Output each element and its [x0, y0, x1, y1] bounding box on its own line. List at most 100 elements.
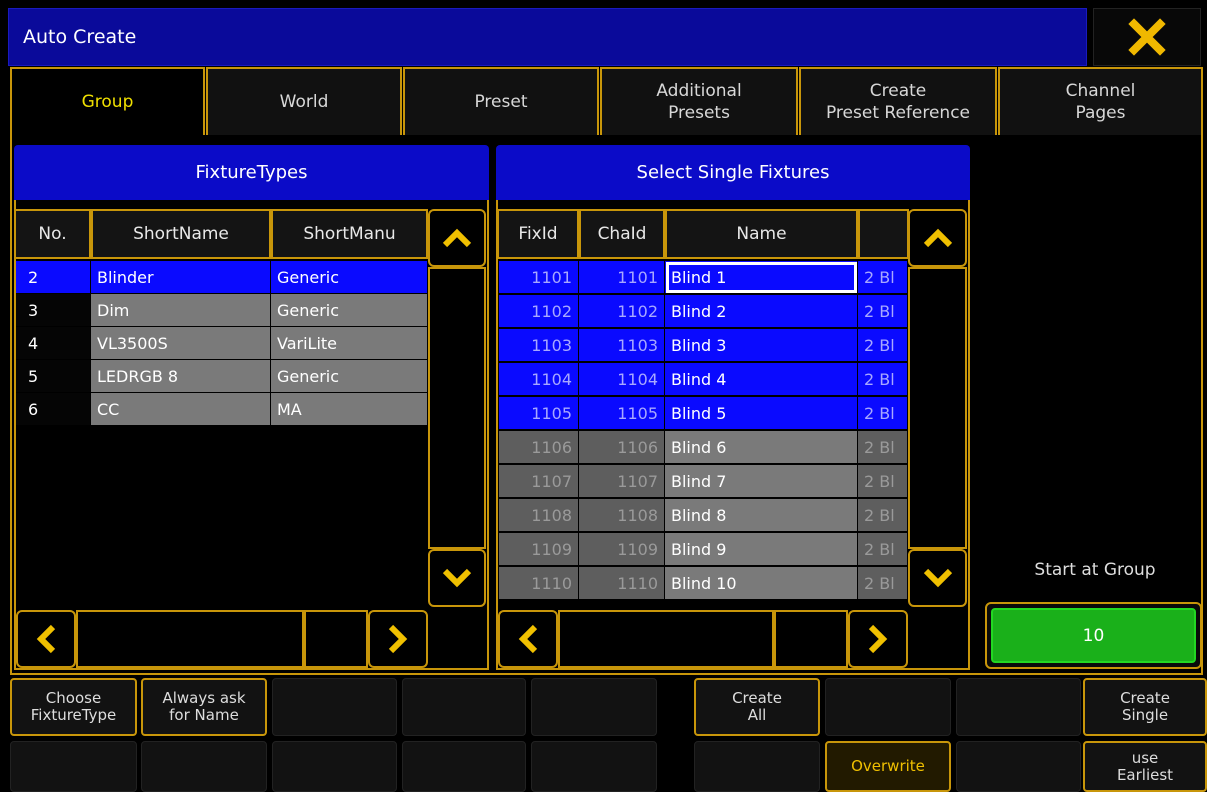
column-header-shortname[interactable]: ShortName	[91, 209, 271, 259]
cell-chaid: 1103	[579, 329, 665, 362]
always-ask-for-name-button[interactable]: Always ask for Name	[141, 678, 267, 736]
table-row[interactable]: 1104 1104 Blind 42 Bl	[0, 363, 910, 396]
column-header-shortmanu[interactable]: ShortManu	[271, 209, 428, 259]
tab-preset[interactable]: Preset	[403, 67, 599, 135]
empty-key[interactable]	[956, 678, 1081, 736]
create-single-button[interactable]: Create Single	[1083, 678, 1207, 736]
cell-chaid: 1101	[579, 261, 665, 294]
column-header-fixid[interactable]: FixId	[497, 209, 579, 259]
empty-key[interactable]	[402, 678, 526, 736]
horizontal-scrollbar[interactable]	[76, 610, 304, 668]
empty-key[interactable]	[402, 741, 526, 792]
tab-channel-pages[interactable]: Channel Pages	[998, 67, 1203, 135]
tab-additional-presets[interactable]: Additional Presets	[600, 67, 798, 135]
scroll-up-button[interactable]	[428, 209, 486, 267]
cell-name: Blind 10	[665, 567, 858, 600]
cell-chaid: 1108	[579, 499, 665, 532]
cell-extra: 2 Bl	[858, 329, 908, 362]
table-row[interactable]: 1109 1109 Blind 92 Bl	[0, 533, 910, 566]
empty-key[interactable]	[531, 741, 657, 792]
table-row[interactable]: 1102 1102 Blind 22 Bl	[0, 295, 910, 328]
cell-chaid: 1107	[579, 465, 665, 498]
cell-fixid: 1105	[499, 397, 579, 430]
empty-key[interactable]	[10, 741, 137, 792]
empty-key[interactable]	[694, 741, 820, 792]
cell-name: Blind 2	[665, 295, 858, 328]
cell-fixid: 1107	[499, 465, 579, 498]
cell-fixid: 1106	[499, 431, 579, 464]
single-fixtures-header: Select Single Fixtures	[496, 145, 970, 200]
cell-chaid: 1104	[579, 363, 665, 396]
close-icon	[1128, 18, 1166, 56]
scroll-left-button[interactable]	[498, 610, 558, 668]
table-row[interactable]: 1106 1106 Blind 62 Bl	[0, 431, 910, 464]
cell-name: Blind 4	[665, 363, 858, 396]
chevron-up-icon	[923, 228, 952, 248]
cell-fixid: 1103	[499, 329, 579, 362]
column-header-extra[interactable]	[858, 209, 909, 259]
tab-create-preset-reference[interactable]: Create Preset Reference	[799, 67, 997, 135]
scroll-right-button[interactable]	[848, 610, 908, 668]
table-row[interactable]: 1103 1103 Blind 32 Bl	[0, 329, 910, 362]
cell-chaid: 1105	[579, 397, 665, 430]
table-row[interactable]: 1101 1101 Blind 12 Bl	[0, 261, 910, 294]
table-row[interactable]: 1110 1110 Blind 10 2 Bl	[0, 567, 910, 600]
horizontal-scrollbar[interactable]	[558, 610, 774, 668]
empty-key[interactable]	[141, 741, 267, 792]
use-earliest-button[interactable]: use Earliest	[1083, 741, 1207, 792]
create-all-button[interactable]: Create All	[694, 678, 820, 736]
close-button[interactable]	[1093, 8, 1201, 66]
cell-fixid: 1110	[499, 567, 579, 600]
horizontal-scrollbar-track[interactable]	[774, 610, 848, 668]
cell-fixid: 1101	[499, 261, 579, 294]
choose-fixturetype-button[interactable]: Choose FixtureType	[10, 678, 137, 736]
scroll-right-button[interactable]	[368, 610, 428, 668]
cell-name: Blind 1	[665, 261, 858, 294]
chevron-left-icon	[518, 624, 538, 654]
start-at-group-button[interactable]: 10	[985, 602, 1202, 669]
cell-chaid: 1102	[579, 295, 665, 328]
cell-name: Blind 3	[665, 329, 858, 362]
table-row[interactable]: 1108 1108 Blind 82 Bl	[0, 499, 910, 532]
cell-name: Blind 9	[665, 533, 858, 566]
column-header-name[interactable]: Name	[665, 209, 858, 259]
empty-key[interactable]	[272, 741, 397, 792]
cell-extra: 2 Bl	[858, 567, 908, 600]
cell-extra: 2 Bl	[858, 499, 908, 532]
cell-chaid: 1110	[579, 567, 665, 600]
table-row[interactable]: 1107 1107 Blind 72 Bl	[0, 465, 910, 498]
cell-extra: 2 Bl	[858, 465, 908, 498]
chevron-right-icon	[388, 624, 408, 654]
cell-extra: 2 Bl	[858, 431, 908, 464]
tab-group[interactable]: Group	[10, 67, 205, 135]
cell-fixid: 1108	[499, 499, 579, 532]
fixture-types-header: FixtureTypes	[14, 145, 489, 200]
scroll-up-button[interactable]	[908, 209, 967, 267]
cell-extra: 2 Bl	[858, 533, 908, 566]
chevron-down-icon	[923, 568, 952, 588]
scroll-left-button[interactable]	[16, 610, 76, 668]
empty-key[interactable]	[956, 741, 1081, 792]
vertical-scrollbar[interactable]	[908, 267, 967, 549]
cell-name: Blind 8	[665, 499, 858, 532]
column-header-no[interactable]: No.	[14, 209, 91, 259]
cell-fixid: 1104	[499, 363, 579, 396]
overwrite-button[interactable]: Overwrite	[825, 741, 951, 792]
empty-key[interactable]	[825, 678, 951, 736]
start-at-group-value: 10	[991, 608, 1196, 663]
horizontal-scrollbar-track[interactable]	[304, 610, 368, 668]
table-row[interactable]: 1105 1105 Blind 52 Bl	[0, 397, 910, 430]
chevron-left-icon	[36, 624, 56, 654]
cell-extra: 2 Bl	[858, 261, 908, 294]
cell-name: Blind 5	[665, 397, 858, 430]
empty-key[interactable]	[272, 678, 397, 736]
empty-key[interactable]	[531, 678, 657, 736]
scroll-down-button[interactable]	[908, 549, 967, 607]
cell-extra: 2 Bl	[858, 295, 908, 328]
tab-world[interactable]: World	[206, 67, 402, 135]
column-header-chaid[interactable]: ChaId	[579, 209, 665, 259]
cell-chaid: 1109	[579, 533, 665, 566]
chevron-up-icon	[442, 228, 472, 248]
cell-fixid: 1102	[499, 295, 579, 328]
window-title: Auto Create	[23, 26, 137, 48]
